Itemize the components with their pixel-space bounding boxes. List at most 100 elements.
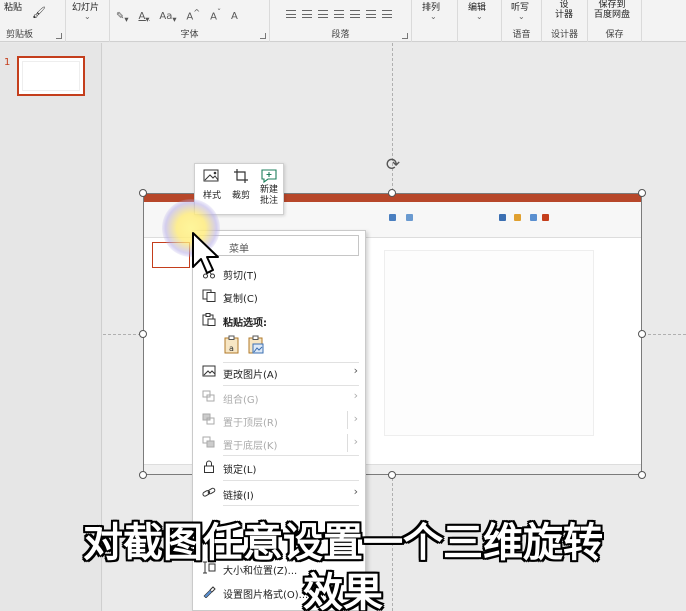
save-group: 保存到 百度网盘 保存 bbox=[588, 0, 642, 42]
clear-format-icon[interactable]: A bbox=[231, 11, 238, 22]
resize-handle-top[interactable] bbox=[388, 189, 396, 197]
paragraph-align-row bbox=[286, 10, 398, 21]
menu-item-lock[interactable]: 锁定(L) bbox=[193, 456, 365, 478]
menu-item-bring-to-front[interactable]: 置于顶层(R) › bbox=[193, 409, 365, 431]
menu-item-label: 更改图片(A) bbox=[223, 370, 278, 381]
menu-item-label: 链接(I) bbox=[223, 491, 254, 502]
change-case-icon[interactable]: Aa▾ bbox=[159, 11, 176, 24]
bring-to-front-icon bbox=[202, 413, 215, 425]
menu-item-copy[interactable]: 复制(C) bbox=[193, 285, 365, 307]
menu-item-send-to-back[interactable]: 置于底层(K) › bbox=[193, 432, 365, 454]
resize-handle-top-left[interactable] bbox=[139, 189, 147, 197]
slide-thumbnail-preview bbox=[22, 61, 80, 91]
resize-handle-bottom-left[interactable] bbox=[139, 471, 147, 479]
menu-item-label: 置于底层(K) bbox=[223, 441, 278, 452]
menu-item-label: 粘贴选项: bbox=[223, 318, 267, 329]
split-divider bbox=[347, 411, 348, 429]
arrange-group: 排列 ⌄ bbox=[412, 0, 458, 42]
highlight-icon[interactable]: ✎▾ bbox=[116, 11, 129, 24]
font-group: ✎▾ A▾ Aa▾ A^ Aˇ A 字体 bbox=[110, 0, 270, 42]
picture-style-icon bbox=[203, 169, 219, 182]
menu-item-paste-options: 粘贴选项: bbox=[193, 309, 365, 331]
voice-group: 听写 ⌄ 语音 bbox=[502, 0, 542, 42]
menu-item-label: 剪切(T) bbox=[223, 271, 257, 282]
submenu-arrow-icon: › bbox=[353, 389, 358, 402]
slides-group: 幻灯片 ⌄ bbox=[66, 0, 110, 42]
link-icon bbox=[202, 487, 216, 497]
rotate-handle-icon[interactable]: ⟳ bbox=[384, 156, 402, 174]
submenu-arrow-icon: › bbox=[353, 485, 358, 498]
paste-icon bbox=[202, 313, 216, 326]
shrink-font-icon[interactable]: Aˇ bbox=[210, 7, 221, 22]
resize-handle-right[interactable] bbox=[638, 330, 646, 338]
font-launcher-icon[interactable] bbox=[260, 33, 266, 39]
font-color-icon[interactable]: A▾ bbox=[138, 11, 149, 24]
font-group-label: 字体 bbox=[180, 30, 199, 40]
menu-separator bbox=[223, 480, 359, 481]
chevron-down-icon[interactable]: ⌄ bbox=[84, 12, 91, 21]
font-tools-row: ✎▾ A▾ Aa▾ A^ Aˇ A bbox=[116, 7, 245, 24]
distribute-icon[interactable] bbox=[350, 10, 360, 18]
slide-number: 1 bbox=[4, 57, 11, 68]
menu-search-box[interactable]: 菜单 bbox=[199, 235, 359, 256]
menu-separator bbox=[223, 505, 359, 506]
submenu-arrow-icon: › bbox=[353, 412, 358, 425]
crop-button[interactable]: 裁剪 bbox=[227, 168, 255, 201]
send-to-back-icon bbox=[202, 436, 215, 448]
change-picture-icon bbox=[202, 365, 216, 377]
new-comment-label: 新建 批注 bbox=[259, 185, 278, 206]
picture-ribbon-icon bbox=[389, 214, 396, 221]
comment-icon bbox=[261, 169, 277, 184]
paste-keep-formatting-icon[interactable]: a bbox=[223, 335, 241, 355]
picture-ribbon-icon bbox=[406, 214, 413, 221]
new-comment-button[interactable]: 新建 批注 bbox=[255, 168, 283, 207]
chevron-down-icon[interactable]: ⌄ bbox=[518, 12, 525, 21]
format-painter-icon[interactable]: 🖌 bbox=[32, 6, 46, 19]
designer-group-label: 设计器 bbox=[550, 30, 578, 40]
align-right-icon[interactable] bbox=[318, 10, 328, 18]
designer-group: 设 计器 设计器 bbox=[542, 0, 588, 42]
paragraph-launcher-icon[interactable] bbox=[402, 33, 408, 39]
copy-icon bbox=[202, 289, 216, 302]
chevron-down-icon[interactable]: ⌄ bbox=[430, 12, 437, 21]
clipboard-group: 粘贴 🖌 剪贴板 bbox=[0, 0, 66, 42]
justify-icon[interactable] bbox=[334, 10, 344, 18]
paragraph-group: 段落 bbox=[270, 0, 412, 42]
picture-ribbon-icon bbox=[499, 214, 506, 221]
columns-icon[interactable] bbox=[366, 10, 376, 18]
ribbon: 粘贴 🖌 剪贴板 幻灯片 ⌄ ✎▾ A▾ Aa▾ A^ Aˇ A 字体 段落 排… bbox=[0, 0, 686, 42]
picture-ribbon-icon bbox=[514, 214, 521, 221]
menu-item-link[interactable]: 链接(I) › bbox=[193, 482, 365, 504]
menu-item-label: 复制(C) bbox=[223, 294, 258, 305]
align-left-icon[interactable] bbox=[286, 10, 296, 18]
menu-search-placeholder: 菜单 bbox=[229, 244, 249, 255]
edit-group: 编辑 ⌄ bbox=[458, 0, 502, 42]
chevron-down-icon[interactable]: ⌄ bbox=[476, 12, 483, 21]
style-label: 样式 bbox=[202, 191, 221, 201]
clipboard-launcher-icon[interactable] bbox=[56, 33, 62, 39]
crop-label: 裁剪 bbox=[231, 191, 250, 201]
resize-handle-top-right[interactable] bbox=[638, 189, 646, 197]
resize-handle-bottom[interactable] bbox=[388, 471, 396, 479]
picture-slide-area bbox=[384, 250, 594, 436]
designer-button[interactable]: 设 计器 bbox=[555, 0, 573, 20]
submenu-arrow-icon: › bbox=[353, 364, 358, 377]
menu-item-change-picture[interactable]: 更改图片(A) › bbox=[193, 361, 365, 383]
split-divider bbox=[347, 434, 348, 452]
style-button[interactable]: 样式 bbox=[198, 168, 226, 201]
paste-button[interactable]: 粘贴 bbox=[4, 0, 22, 13]
submenu-arrow-icon: › bbox=[353, 435, 358, 448]
paste-as-picture-icon[interactable] bbox=[247, 335, 265, 355]
save-to-netdisk-button[interactable]: 保存到 百度网盘 bbox=[594, 0, 630, 20]
group-icon bbox=[202, 390, 215, 402]
grow-font-icon[interactable]: A^ bbox=[186, 7, 200, 22]
slide-thumbnail[interactable] bbox=[17, 56, 85, 96]
picture-ribbon-icon bbox=[542, 214, 549, 221]
menu-item-group[interactable]: 组合(G) › bbox=[193, 386, 365, 408]
save-group-label: 保存 bbox=[605, 30, 624, 40]
resize-handle-bottom-right[interactable] bbox=[638, 471, 646, 479]
align-center-icon[interactable] bbox=[302, 10, 312, 18]
powerpoint-window: 粘贴 🖌 剪贴板 幻灯片 ⌄ ✎▾ A▾ Aa▾ A^ Aˇ A 字体 段落 排… bbox=[0, 0, 686, 611]
line-spacing-icon[interactable] bbox=[382, 10, 392, 18]
resize-handle-left[interactable] bbox=[139, 330, 147, 338]
